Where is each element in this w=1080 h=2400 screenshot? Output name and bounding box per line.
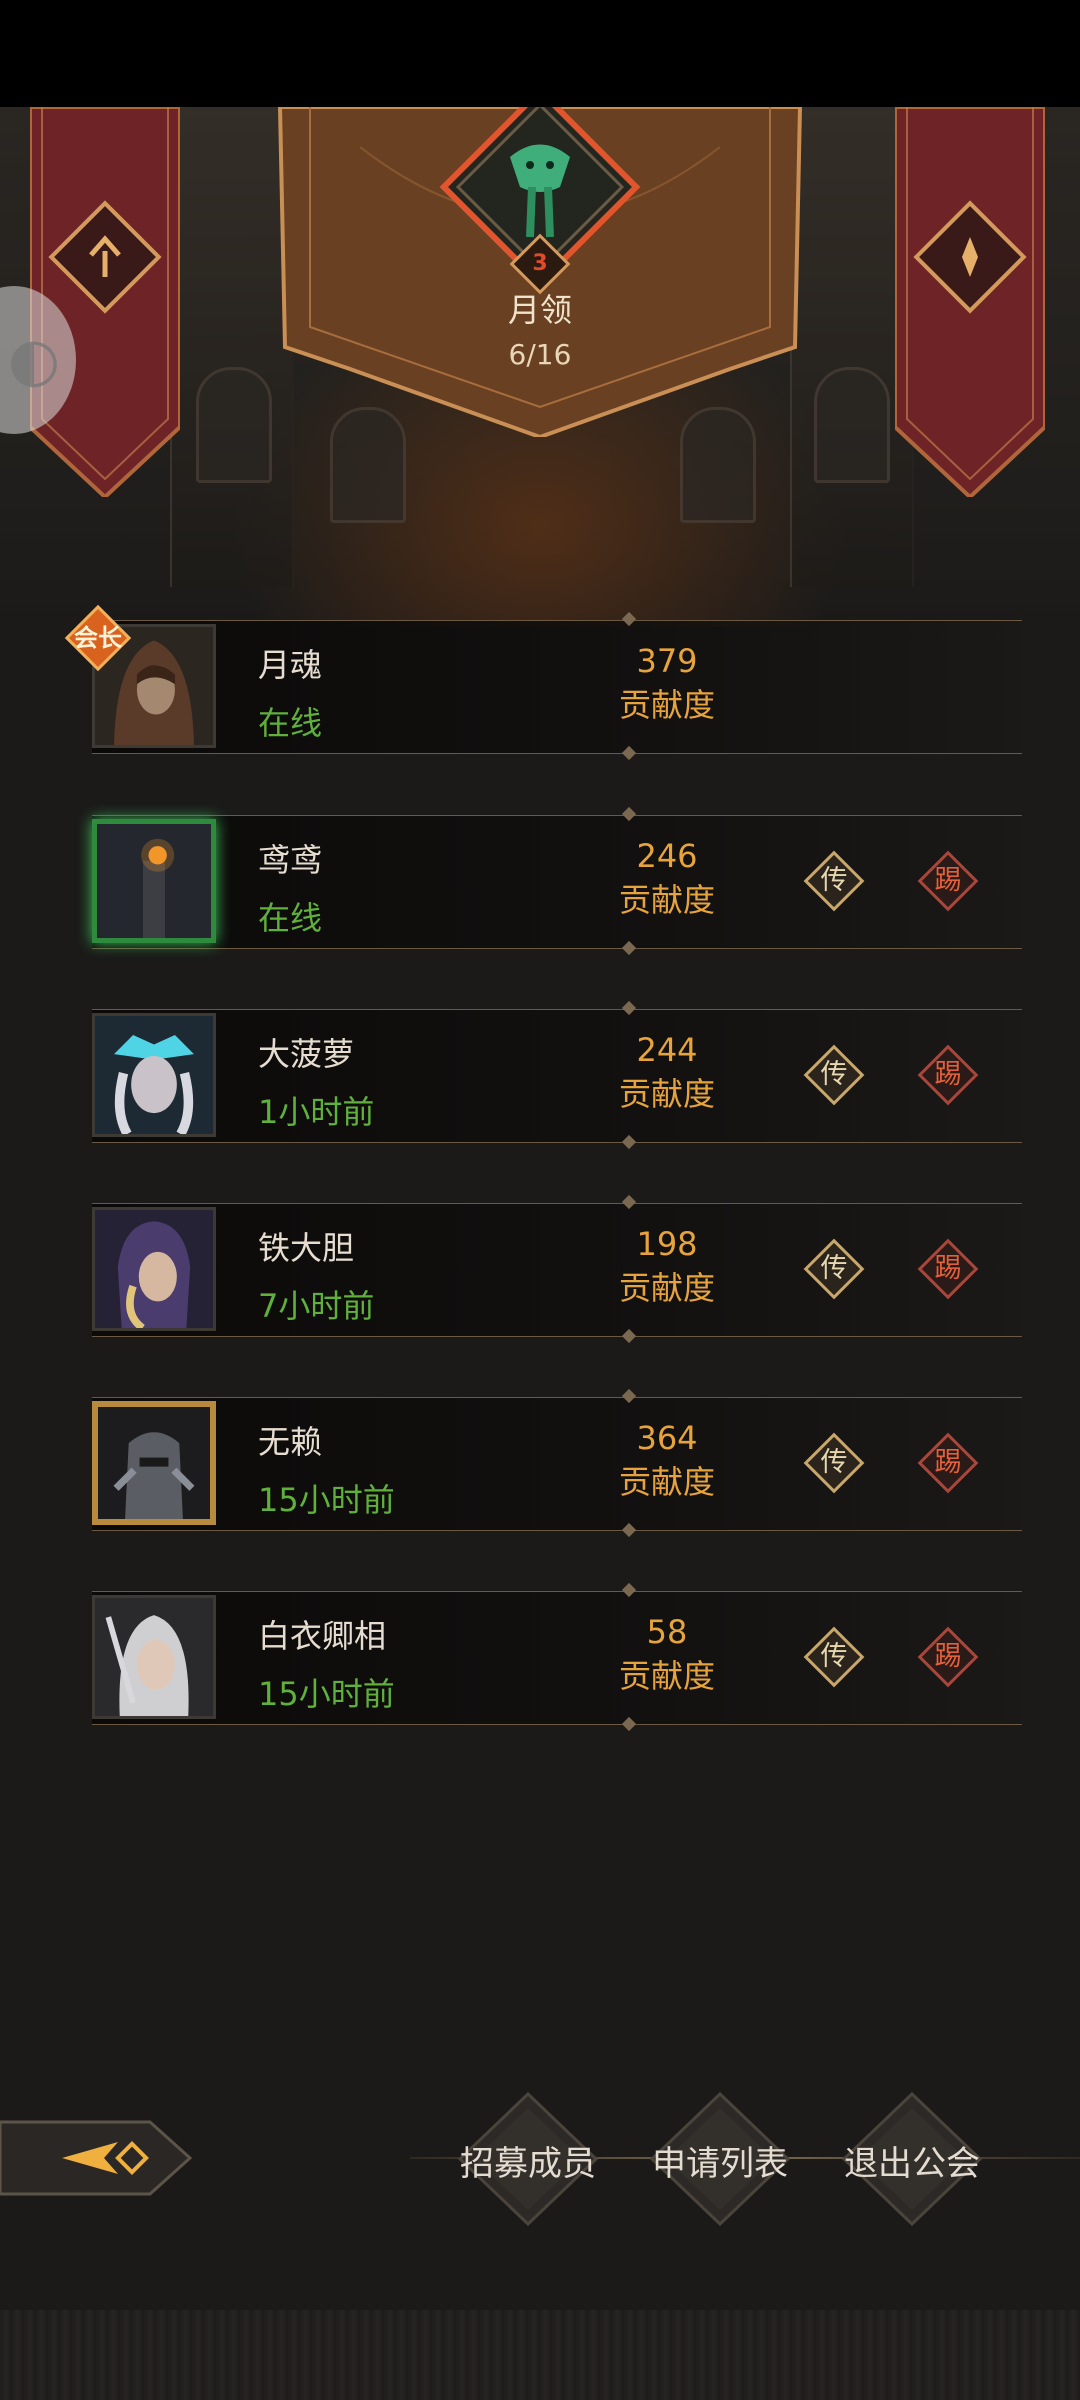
white-haired-swordsman-portrait-icon <box>95 1598 213 1716</box>
contribution-label: 贡献度 <box>618 1075 715 1113</box>
leader-badge: 会长 <box>62 602 134 674</box>
contribution-label: 贡献度 <box>618 1657 715 1695</box>
kick-label: 踢 <box>934 1447 962 1478</box>
transfer-label: 传 <box>820 1641 848 1672</box>
member-status: 1小时前 <box>258 1093 375 1131</box>
contribution-value: 58 <box>646 1613 688 1651</box>
member-name: 无赖 <box>258 1423 323 1461</box>
transfer-leader-button[interactable]: 传 <box>802 1237 866 1301</box>
row-background <box>92 1397 1022 1531</box>
member-name: 鸢鸢 <box>258 841 323 879</box>
back-arrow-icon <box>0 2120 193 2196</box>
member-row[interactable]: 鸢鸢 在线 246 贡献度 传 踢 <box>92 806 1022 956</box>
member-row[interactable]: 白衣卿相 15小时前 58 贡献度 传 踢 <box>92 1582 1022 1732</box>
kick-label: 踢 <box>934 1253 962 1284</box>
status-bar <box>0 0 1080 107</box>
bottom-decorative-strip <box>0 2310 1080 2400</box>
member-status: 在线 <box>258 704 323 742</box>
application-list-button[interactable]: 申请列表 <box>622 2088 818 2230</box>
contribution-value: 246 <box>636 837 698 875</box>
member-name: 铁大胆 <box>258 1229 355 1267</box>
contribution-value: 198 <box>636 1225 698 1263</box>
torch-tower-portrait-icon <box>97 824 211 938</box>
member-name: 大菠萝 <box>258 1035 355 1073</box>
contribution-value: 379 <box>636 642 698 680</box>
guild-name: 月领 <box>507 291 572 329</box>
avatar[interactable] <box>92 1013 216 1137</box>
application-list-label: 申请列表 <box>652 2144 788 2184</box>
avatar[interactable] <box>92 1401 216 1525</box>
transfer-label: 传 <box>820 1059 848 1090</box>
row-background <box>92 1203 1022 1337</box>
recruit-members-button[interactable]: 招募成员 <box>430 2088 626 2230</box>
avatar[interactable] <box>92 1207 216 1331</box>
contribution-label: 贡献度 <box>618 881 715 919</box>
member-status: 15小时前 <box>258 1481 395 1519</box>
right-banner[interactable] <box>893 105 1047 500</box>
avatar[interactable] <box>92 819 216 943</box>
kick-label: 踢 <box>934 865 962 896</box>
leader-badge-label: 会长 <box>74 624 122 652</box>
member-status: 在线 <box>258 899 323 937</box>
member-row[interactable]: 无赖 15小时前 364 贡献度 传 踢 <box>92 1388 1022 1538</box>
transfer-leader-button[interactable]: 传 <box>802 1625 866 1689</box>
crystal-queen-portrait-icon <box>95 1016 213 1134</box>
leave-guild-button[interactable]: 退出公会 <box>814 2088 1010 2230</box>
row-background <box>92 1591 1022 1725</box>
row-background <box>92 815 1022 949</box>
transfer-label: 传 <box>820 1447 848 1478</box>
avatar[interactable] <box>92 1595 216 1719</box>
transfer-label: 传 <box>820 865 848 896</box>
member-name: 白衣卿相 <box>258 1617 387 1655</box>
assistant-icon: ◐ <box>7 325 61 395</box>
guild-level: 3 <box>532 251 548 276</box>
elf-warrior-portrait-icon <box>95 1210 213 1328</box>
kick-member-button[interactable]: 踢 <box>916 1431 980 1495</box>
armored-knight-portrait-icon <box>98 1407 210 1519</box>
member-count: 6/16 <box>508 338 572 371</box>
transfer-leader-button[interactable]: 传 <box>802 849 866 913</box>
member-row[interactable]: 会长 月魂 在线 379 贡献度 <box>64 604 1022 761</box>
member-status: 7小时前 <box>258 1287 375 1325</box>
member-status: 15小时前 <box>258 1675 395 1713</box>
leave-guild-label: 退出公会 <box>844 2144 980 2184</box>
kick-member-button[interactable]: 踢 <box>916 1237 980 1301</box>
banner-icon <box>893 105 1047 500</box>
row-background <box>92 620 1022 754</box>
contribution-label: 贡献度 <box>618 686 715 724</box>
kick-member-button[interactable]: 踢 <box>916 849 980 913</box>
row-background <box>92 1009 1022 1143</box>
transfer-leader-button[interactable]: 传 <box>802 1043 866 1107</box>
contribution-value: 364 <box>636 1419 698 1457</box>
contribution-label: 贡献度 <box>618 1269 715 1307</box>
kick-label: 踢 <box>934 1059 962 1090</box>
transfer-label: 传 <box>820 1253 848 1284</box>
transfer-leader-button[interactable]: 传 <box>802 1431 866 1495</box>
kick-label: 踢 <box>934 1641 962 1672</box>
kick-member-button[interactable]: 踢 <box>916 1043 980 1107</box>
contribution-label: 贡献度 <box>618 1463 715 1501</box>
contribution-value: 244 <box>636 1031 698 1069</box>
member-name: 月魂 <box>258 646 323 684</box>
recruit-members-label: 招募成员 <box>460 2144 596 2184</box>
back-button[interactable] <box>0 2112 196 2204</box>
kick-member-button[interactable]: 踢 <box>916 1625 980 1689</box>
member-row[interactable]: 铁大胆 7小时前 198 贡献度 传 踢 <box>92 1194 1022 1344</box>
member-row[interactable]: 大菠萝 1小时前 244 贡献度 传 踢 <box>92 1000 1022 1150</box>
